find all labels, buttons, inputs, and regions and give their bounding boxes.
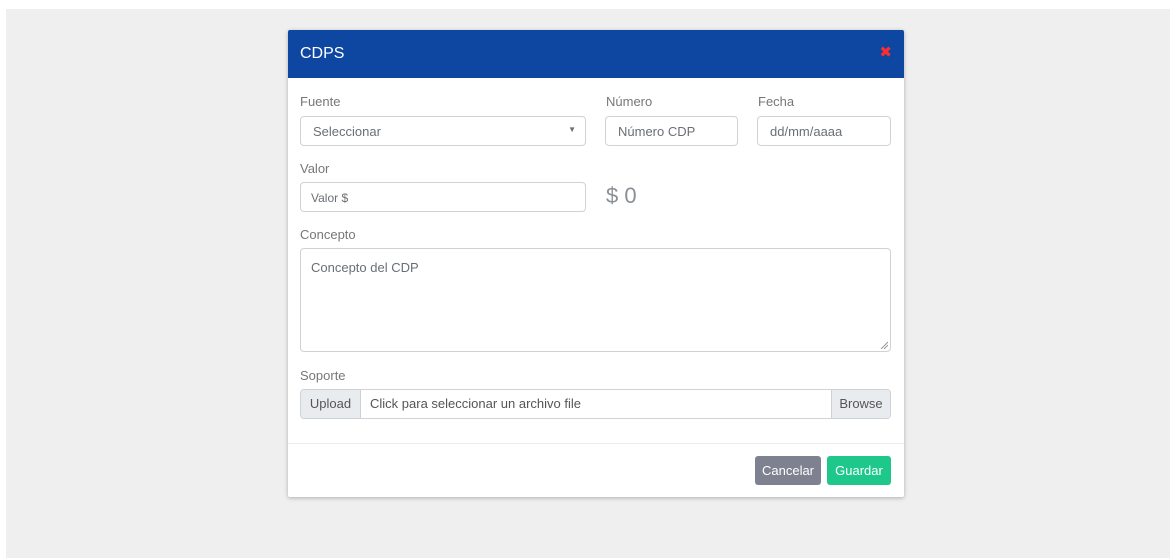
fuente-select-value: Seleccionar [313, 124, 381, 139]
fuente-select[interactable]: Seleccionar ▼ [300, 116, 586, 146]
numero-input[interactable]: Número CDP [605, 116, 738, 146]
save-button[interactable]: Guardar [827, 456, 891, 485]
resize-grip-icon[interactable] [880, 341, 888, 349]
fecha-input-placeholder: dd/mm/aaaa [770, 124, 843, 139]
close-icon[interactable]: ✖ [879, 45, 892, 61]
cdps-modal: CDPS ✖ Fuente Seleccionar ▼ Número Númer… [288, 30, 904, 497]
fuente-label: Fuente [300, 94, 341, 109]
valor-input-placeholder: Valor $ [311, 191, 349, 205]
chevron-down-icon: ▼ [568, 125, 576, 134]
cancel-button[interactable]: Cancelar [755, 456, 821, 485]
valor-label: Valor [300, 161, 330, 176]
upload-prefix: Upload [301, 390, 361, 418]
concepto-label: Concepto [300, 227, 356, 242]
modal-header: CDPS ✖ [288, 30, 904, 78]
valor-input[interactable]: Valor $ [300, 182, 586, 212]
browse-button[interactable]: Browse [831, 390, 890, 418]
valor-display: $ 0 [606, 183, 637, 208]
numero-label: Número [606, 94, 653, 109]
footer-divider [288, 443, 904, 444]
file-input-label[interactable]: Click para seleccionar un archivo file [370, 390, 581, 418]
concepto-textarea[interactable]: Concepto del CDP [300, 248, 891, 352]
soporte-file-input[interactable]: Upload Click para seleccionar un archivo… [300, 389, 891, 419]
concepto-textarea-placeholder: Concepto del CDP [311, 260, 419, 275]
soporte-label: Soporte [300, 368, 346, 383]
fecha-label: Fecha [758, 94, 795, 109]
numero-input-placeholder: Número CDP [618, 124, 696, 139]
modal-title: CDPS [300, 45, 345, 62]
fecha-input[interactable]: dd/mm/aaaa [757, 116, 891, 146]
